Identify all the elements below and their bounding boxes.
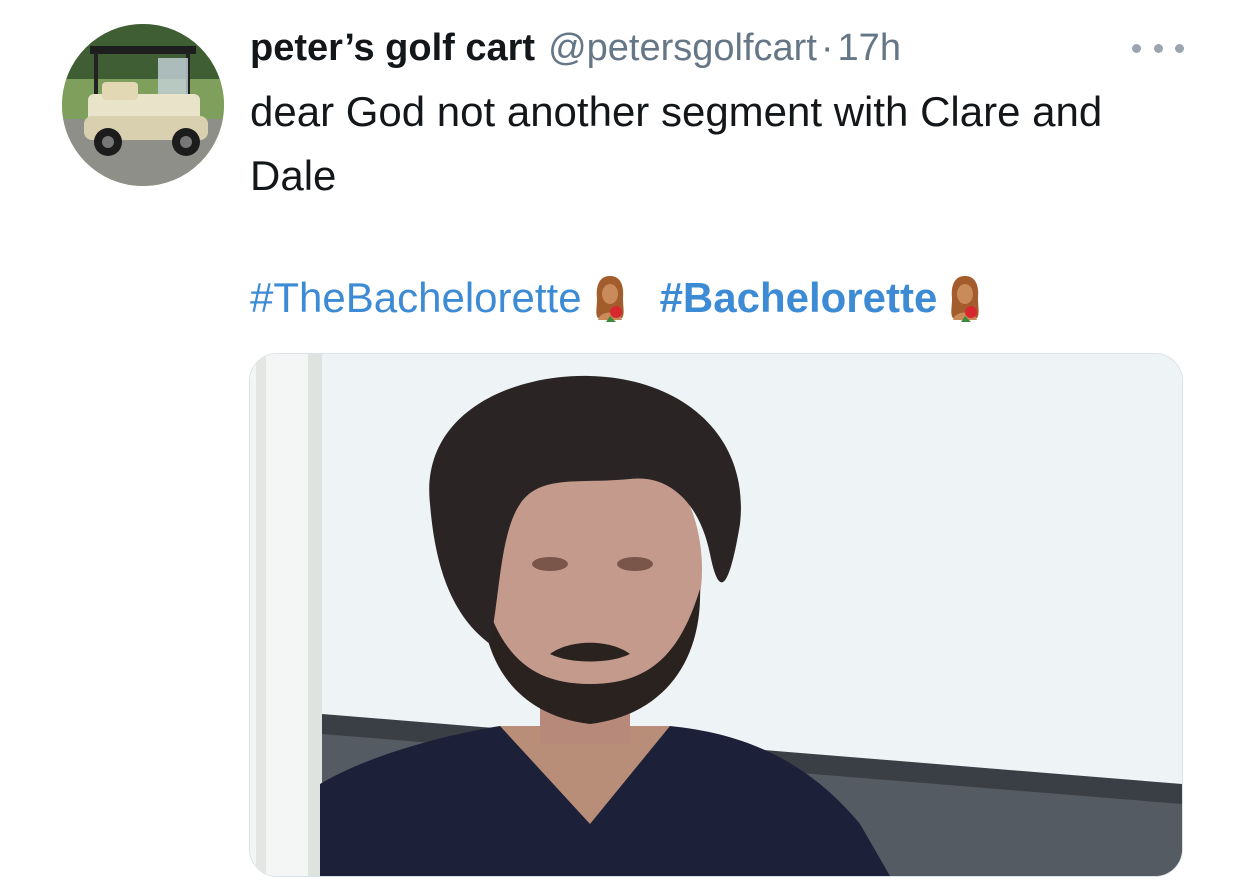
more-options-icon[interactable]: [1132, 38, 1184, 58]
timestamp[interactable]: 17h: [838, 22, 901, 74]
more-dot: [1153, 43, 1163, 53]
separator-dot: ·: [820, 27, 834, 69]
man-in-dark-sweater-photo-icon: [250, 354, 1182, 876]
hashtag-thebachelorette[interactable]: #TheBachelorette: [250, 268, 582, 328]
tweet-text: dear God not another segment with Clare …: [250, 88, 1103, 199]
golf-cart-avatar-icon: [62, 24, 224, 186]
avatar[interactable]: [62, 24, 224, 186]
bachelorette-emoji-icon: [951, 276, 979, 322]
bachelorette-emoji-icon: [595, 276, 624, 322]
more-dot: [1132, 43, 1141, 53]
more-dot: [1175, 43, 1184, 53]
user-handle[interactable]: @petersgolfcart: [548, 22, 817, 74]
hashtag-bachelorette[interactable]: #Bachelorette: [660, 268, 938, 328]
tweet-header: peter’s golf cart @petersgolfcart · 17h: [250, 22, 901, 74]
display-name[interactable]: peter’s golf cart: [250, 22, 535, 74]
tweet-media-image[interactable]: [249, 353, 1183, 877]
hashtag-row: #TheBachelorette #Bachelorette: [250, 268, 985, 328]
